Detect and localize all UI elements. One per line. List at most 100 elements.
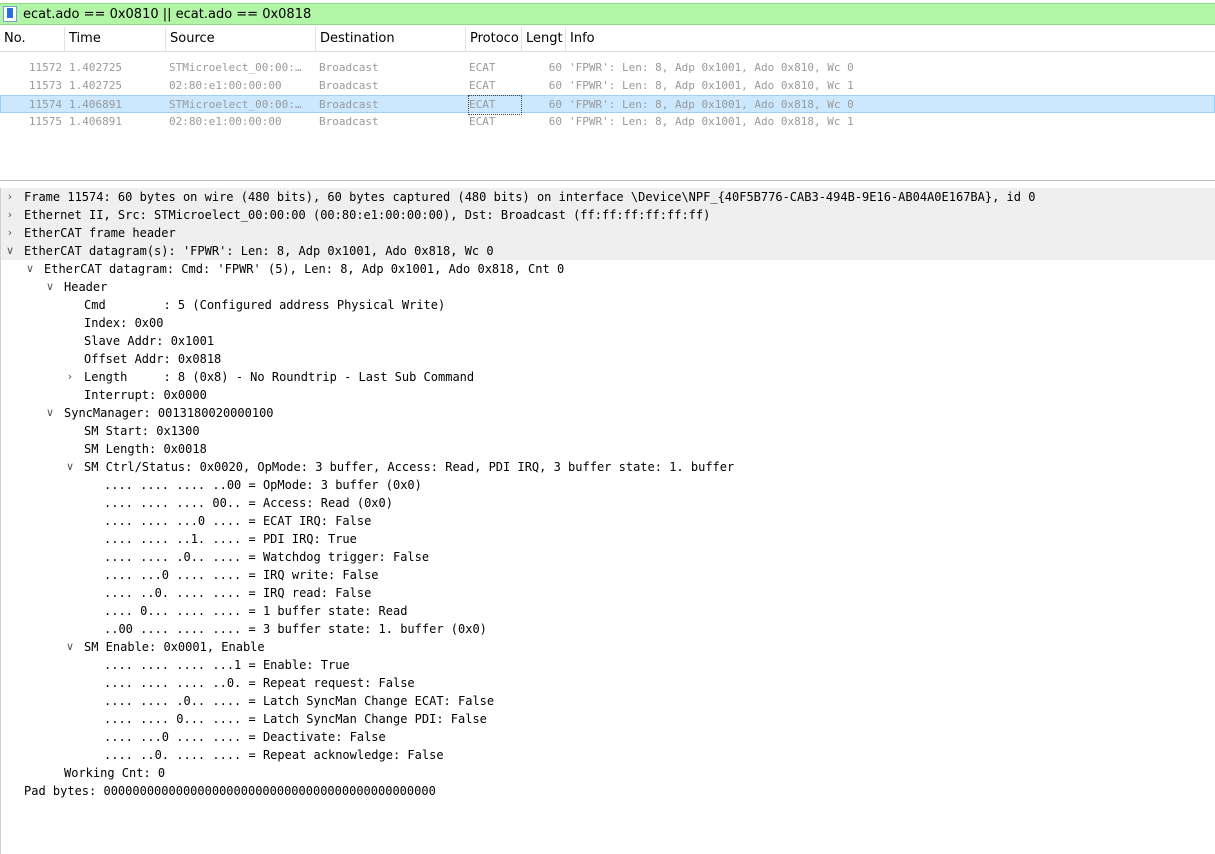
tree-item[interactable]: .... .... .... 00.. = Access: Read (0x0) <box>0 494 1215 512</box>
packet-info: 'FPWR': Len: 8, Adp 0x1001, Ado 0x818, W… <box>569 115 854 128</box>
column-header-protocol[interactable]: Protoco <box>466 27 522 51</box>
pane-border <box>0 188 1 854</box>
packet-row[interactable]: 11574 1.406891 STMicroelect_00:00:… Broadca… <box>0 95 1215 115</box>
chevron-right-icon[interactable]: › <box>64 368 76 386</box>
tree-item[interactable]: Index: 0x00 <box>0 314 1215 332</box>
packet-length: 60 <box>548 79 562 92</box>
packet-destination: Broadcast <box>319 61 379 74</box>
column-header-no[interactable]: No. <box>0 27 65 51</box>
column-header-destination[interactable]: Destination <box>316 27 466 51</box>
tree-item-label: Ethernet II, Src: STMicroelect_00:00:00 … <box>24 208 711 222</box>
tree-item[interactable]: ∨ EtherCAT datagram(s): 'FPWR': Len: 8, A… <box>0 242 1215 260</box>
packet-length: 60 <box>548 61 562 74</box>
tree-item[interactable]: .... .... ..1. .... = PDI IRQ: True <box>0 530 1215 548</box>
tree-item-label: .... .... ...0 .... = ECAT IRQ: False <box>104 514 372 528</box>
packet-time: 1.402725 <box>69 61 122 74</box>
tree-item[interactable]: .... .... ...0 .... = ECAT IRQ: False <box>0 512 1215 530</box>
tree-item[interactable]: .... .... .... ..00 = OpMode: 3 buffer (… <box>0 476 1215 494</box>
tree-item[interactable]: .... .... .... ...1 = Enable: True <box>0 656 1215 674</box>
packet-time: 1.406891 <box>69 98 122 111</box>
chevron-down-icon[interactable]: ∨ <box>24 260 36 278</box>
tree-item-label: Frame 11574: 60 bytes on wire (480 bits)… <box>24 190 1036 204</box>
tree-item-label: Length : 8 (0x8) - No Roundtrip - Last S… <box>84 370 475 384</box>
tree-item[interactable]: ∨ SyncManager: 0013180020000100 <box>0 404 1215 422</box>
tree-item-label: .... .... .... ..00 = OpMode: 3 buffer (… <box>104 478 422 492</box>
tree-item[interactable]: .... .... 0... .... = Latch SyncMan Chan… <box>0 710 1215 728</box>
tree-item-label: SM Ctrl/Status: 0x0020, OpMode: 3 buffer… <box>84 460 735 474</box>
tree-item[interactable]: .... 0... .... .... = 1 buffer state: Re… <box>0 602 1215 620</box>
tree-item-label: ..00 .... .... .... = 3 buffer state: 1.… <box>104 622 487 636</box>
chevron-down-icon[interactable]: ∨ <box>4 242 16 260</box>
column-header-info[interactable]: Info <box>566 27 1215 51</box>
tree-item[interactable]: ∨ SM Enable: 0x0001, Enable <box>0 638 1215 656</box>
tree-item[interactable]: › Length : 8 (0x8) - No Roundtrip - Last … <box>0 368 1215 386</box>
tree-item-label: .... .... .0.. .... = Latch SyncMan Chan… <box>104 694 495 708</box>
column-header-source[interactable]: Source <box>166 27 316 51</box>
packet-info: 'FPWR': Len: 8, Adp 0x1001, Ado 0x810, W… <box>569 79 854 92</box>
packet-row[interactable]: 11575 1.406891 02:80:e1:00:00:00 Broadcast E… <box>0 113 1215 131</box>
packet-protocol: ECAT <box>469 79 496 92</box>
packet-source: STMicroelect_00:00:… <box>169 61 302 74</box>
chevron-down-icon[interactable]: ∨ <box>44 278 56 296</box>
tree-item[interactable]: SM Length: 0x0018 <box>0 440 1215 458</box>
packet-protocol: ECAT <box>469 115 496 128</box>
tree-item[interactable]: .... .... .0.. .... = Watchdog trigger: … <box>0 548 1215 566</box>
tree-item[interactable]: .... ...0 .... .... = IRQ write: False <box>0 566 1215 584</box>
packet-no: 11574 <box>28 98 62 111</box>
tree-item[interactable]: ∨ Header <box>0 278 1215 296</box>
tree-item[interactable]: › Frame 11574: 60 bytes on wire (480 bits… <box>0 188 1215 206</box>
tree-item-label: Index: 0x00 <box>84 316 164 330</box>
tree-item-label: EtherCAT datagram(s): 'FPWR': Len: 8, Ad… <box>24 244 494 258</box>
tree-item-label: .... ...0 .... .... = IRQ write: False <box>104 568 379 582</box>
tree-item-label: Interrupt: 0x0000 <box>84 388 207 402</box>
packet-protocol: ECAT <box>469 61 496 74</box>
tree-item-label: SM Start: 0x1300 <box>84 424 200 438</box>
tree-item[interactable]: .... ...0 .... .... = Deactivate: False <box>0 728 1215 746</box>
tree-item[interactable]: Slave Addr: 0x1001 <box>0 332 1215 350</box>
chevron-down-icon[interactable]: ∨ <box>64 638 76 656</box>
tree-item[interactable]: › EtherCAT frame header <box>0 224 1215 242</box>
packet-info: 'FPWR': Len: 8, Adp 0x1001, Ado 0x818, W… <box>569 98 854 111</box>
packet-row[interactable]: 11573 1.402725 02:80:e1:00:00:00 Broadcast E… <box>0 77 1215 95</box>
display-filter-bar[interactable]: ecat.ado == 0x0810 || ecat.ado == 0x0818 <box>0 3 1215 25</box>
packet-destination: Broadcast <box>319 79 379 92</box>
packet-destination: Broadcast <box>319 98 379 111</box>
packet-source: 02:80:e1:00:00:00 <box>169 115 282 128</box>
tree-item[interactable]: SM Start: 0x1300 <box>0 422 1215 440</box>
tree-item[interactable]: .... ..0. .... .... = IRQ read: False <box>0 584 1215 602</box>
tree-item-label: Working Cnt: 0 <box>64 766 166 780</box>
tree-item-label: .... .... .0.. .... = Watchdog trigger: … <box>104 550 430 564</box>
column-header-length[interactable]: Lengt <box>522 27 566 51</box>
tree-item-label: .... ..0. .... .... = Repeat acknowledge… <box>104 748 444 762</box>
tree-item[interactable]: ..00 .... .... .... = 3 buffer state: 1.… <box>0 620 1215 638</box>
tree-item[interactable]: › Ethernet II, Src: STMicroelect_00:00:00… <box>0 206 1215 224</box>
tree-item[interactable]: .... .... .... ..0. = Repeat request: Fa… <box>0 674 1215 692</box>
tree-item[interactable]: .... ..0. .... .... = Repeat acknowledge… <box>0 746 1215 764</box>
packet-destination: Broadcast <box>319 115 379 128</box>
tree-item[interactable]: Offset Addr: 0x0818 <box>0 350 1215 368</box>
chevron-down-icon[interactable]: ∨ <box>64 458 76 476</box>
tree-item[interactable]: Interrupt: 0x0000 <box>0 386 1215 404</box>
bookmark-icon[interactable] <box>3 6 17 22</box>
packet-no: 11573 <box>28 79 62 92</box>
tree-item[interactable]: Cmd : 5 (Configured address Physical Wri… <box>0 296 1215 314</box>
tree-item[interactable]: .... .... .0.. .... = Latch SyncMan Chan… <box>0 692 1215 710</box>
chevron-right-icon[interactable]: › <box>4 224 16 242</box>
column-header-time[interactable]: Time <box>65 27 166 51</box>
chevron-down-icon[interactable]: ∨ <box>44 404 56 422</box>
tree-item[interactable]: Pad bytes: 00000000000000000000000000000… <box>0 782 1215 800</box>
tree-item[interactable]: Working Cnt: 0 <box>0 764 1215 782</box>
packet-time: 1.402725 <box>69 79 122 92</box>
chevron-right-icon[interactable]: › <box>4 188 16 206</box>
tree-item[interactable]: ∨ SM Ctrl/Status: 0x0020, OpMode: 3 buffe… <box>0 458 1215 476</box>
packet-row[interactable]: 11572 1.402725 STMicroelect_00:00:… Broadca… <box>0 59 1215 77</box>
tree-item[interactable]: ∨ EtherCAT datagram: Cmd: 'FPWR' (5), Len… <box>0 260 1215 278</box>
tree-item-label: SM Enable: 0x0001, Enable <box>84 640 265 654</box>
packet-list-header: No. Time Source Destination Protoco Leng… <box>0 27 1215 52</box>
chevron-right-icon[interactable]: › <box>4 206 16 224</box>
packet-details-tree: › Frame 11574: 60 bytes on wire (480 bits… <box>0 188 1215 854</box>
tree-item-label: Header <box>64 280 108 294</box>
tree-item-label: .... .... .... ..0. = Repeat request: Fa… <box>104 676 415 690</box>
tree-item-label: .... .... .... ...1 = Enable: True <box>104 658 350 672</box>
display-filter-input[interactable]: ecat.ado == 0x0810 || ecat.ado == 0x0818 <box>23 6 311 24</box>
